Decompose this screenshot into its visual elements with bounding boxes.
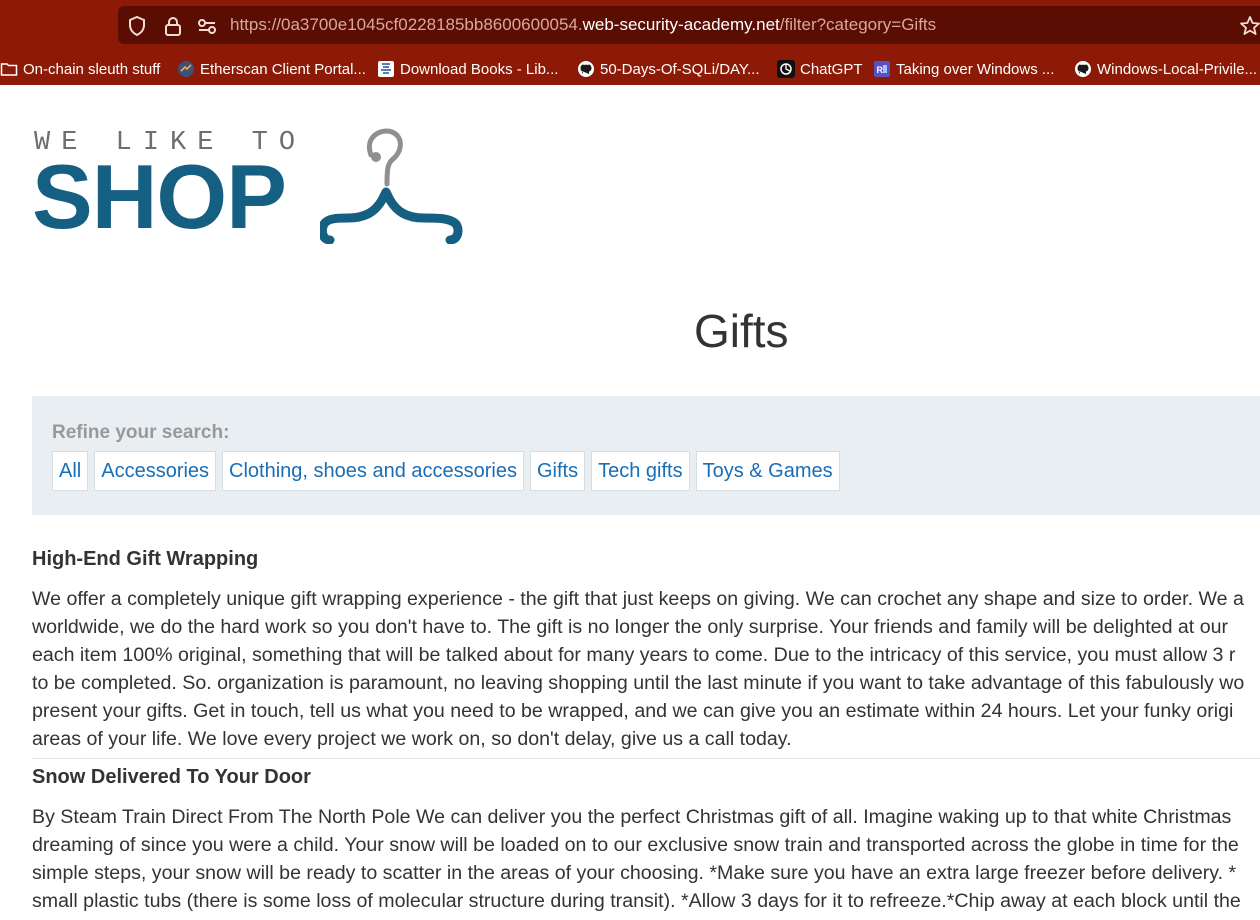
description-line: By Steam Train Direct From The North Pol…: [32, 806, 1232, 828]
bookmark-star-icon[interactable]: [1238, 14, 1260, 38]
github-icon: [578, 61, 594, 77]
bookmark-windows-article[interactable]: R Taking over Windows ...: [873, 58, 1054, 80]
description-line: to be completed. So. organization is par…: [32, 672, 1245, 694]
filter-all-link[interactable]: All: [52, 451, 89, 491]
chatgpt-icon: [777, 60, 795, 78]
permissions-icon[interactable]: [196, 15, 218, 37]
product-description: We offer a completely unique gift wrappi…: [32, 585, 1260, 753]
lock-icon[interactable]: [162, 15, 184, 37]
bookmarks-bar: On-chain sleuth stuff Etherscan Client P…: [0, 52, 1260, 84]
library-icon: [378, 61, 394, 77]
description-line: present your gifts. Get in touch, tell u…: [32, 700, 1234, 722]
bookmark-library[interactable]: Download Books - Lib...: [377, 58, 558, 80]
etherscan-icon: [178, 61, 194, 77]
bookmark-label: On-chain sleuth stuff: [23, 60, 161, 78]
filter-label: Refine your search:: [52, 422, 230, 443]
url-prefix: https://0a3700e1045cf0228185bb8600600054…: [230, 15, 583, 34]
url-text[interactable]: https://0a3700e1045cf0228185bb8600600054…: [230, 15, 936, 35]
filter-clothing-link[interactable]: Clothing, shoes and accessories: [222, 451, 524, 491]
product-title[interactable]: Snow Delivered To Your Door: [32, 766, 1260, 789]
product-title[interactable]: High-End Gift Wrapping: [32, 548, 1260, 571]
article-icon: R: [874, 61, 890, 77]
description-line: areas of your life. We love every projec…: [32, 728, 792, 750]
filter-accessories-link[interactable]: Accessories: [94, 451, 217, 491]
filter-links: All Accessories Clothing, shoes and acce…: [52, 451, 846, 491]
bookmark-folder[interactable]: On-chain sleuth stuff: [0, 58, 160, 80]
description-line: each item 100% original, something that …: [32, 644, 1236, 666]
shield-icon[interactable]: [126, 15, 148, 37]
hanger-icon: [320, 128, 463, 244]
url-host: web-security-academy.net: [582, 15, 780, 34]
product-item: High-End Gift Wrapping We offer a comple…: [32, 548, 1260, 753]
description-line: worldwide, we do the hard work so you do…: [32, 616, 1229, 638]
browser-toolbar: https://0a3700e1045cf0228185bb8600600054…: [0, 0, 1260, 85]
filter-tech-gifts-link[interactable]: Tech gifts: [591, 451, 690, 491]
description-line: dreaming of since you were a child. Your…: [32, 834, 1239, 856]
bookmark-label: Taking over Windows ...: [896, 60, 1055, 78]
logo-wordmark: SHOP: [32, 147, 287, 248]
description-line: small plastic tubs (there is some loss o…: [32, 890, 1241, 912]
filter-panel: Refine your search: All Accessories Clot…: [32, 396, 1260, 515]
filter-gifts-link[interactable]: Gifts: [530, 451, 586, 491]
url-path: /filter?category=Gifts: [779, 15, 937, 34]
shop-logo[interactable]: WE LIKE TO SHOP: [32, 124, 482, 249]
bookmark-chatgpt[interactable]: ChatGPT: [777, 58, 863, 80]
bookmark-label: Etherscan Client Portal...: [200, 60, 366, 78]
page-title: Gifts: [694, 305, 789, 357]
description-line: simple steps, your snow will be ready to…: [32, 862, 1237, 884]
product-item: Snow Delivered To Your Door By Steam Tra…: [32, 766, 1260, 915]
bookmark-label: 50-Days-Of-SQLi/DAY...: [600, 60, 760, 78]
bookmark-label: ChatGPT: [800, 60, 863, 78]
github-icon: [1075, 61, 1091, 77]
bookmark-label: Windows-Local-Privile...: [1097, 60, 1258, 78]
description-line: We offer a completely unique gift wrappi…: [32, 588, 1244, 610]
folder-icon: [0, 63, 18, 76]
product-description: By Steam Train Direct From The North Pol…: [32, 803, 1260, 915]
product-divider: [32, 758, 1260, 759]
bookmark-privesc[interactable]: Windows-Local-Privile...: [1074, 58, 1257, 80]
bookmark-sqli[interactable]: 50-Days-Of-SQLi/DAY...: [577, 58, 760, 80]
bookmark-etherscan[interactable]: Etherscan Client Portal...: [177, 58, 366, 80]
bookmark-label: Download Books - Lib...: [400, 60, 559, 78]
filter-toys-games-link[interactable]: Toys & Games: [695, 451, 840, 491]
svg-text:R: R: [877, 65, 884, 75]
